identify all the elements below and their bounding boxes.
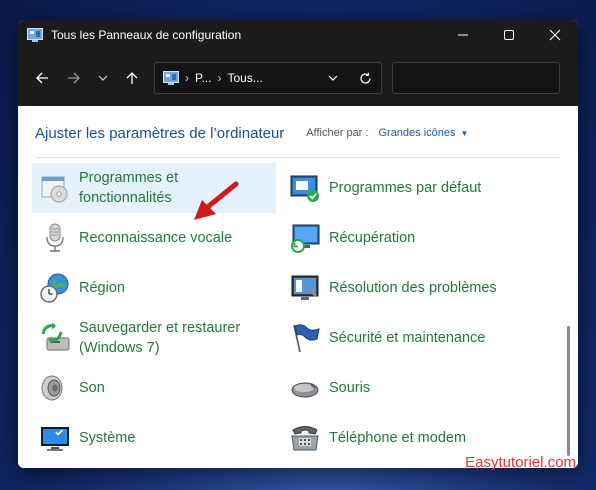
chevron-down-icon <box>98 75 108 81</box>
item-label: Récupération <box>329 230 416 246</box>
item-label: Sécurité et maintenance <box>329 330 486 346</box>
control-panel-window: Tous les Panneaux de configuration › P..… <box>18 20 578 468</box>
chevron-down-icon <box>328 75 338 81</box>
caret-down-icon: ▼ <box>460 128 469 138</box>
microphone-icon <box>38 221 72 255</box>
control-panel-icon <box>27 28 43 42</box>
item-label: Sauvegarder et restaurer (Windows 7) <box>79 320 241 356</box>
watermark: Easytutoriel.com <box>465 454 576 471</box>
globe-clock-icon <box>38 271 72 305</box>
view-by-value: Grandes icônes <box>378 127 456 139</box>
item-label: Système <box>79 430 136 446</box>
system-icon <box>38 421 72 455</box>
forward-button[interactable] <box>58 62 90 94</box>
speaker-icon <box>38 371 72 405</box>
navigation-bar: › P... › Tous... <box>18 50 578 106</box>
address-history-button[interactable] <box>317 63 349 93</box>
view-by-dropdown[interactable]: Grandes icônes ▼ <box>378 127 468 139</box>
content-header: Ajuster les paramètres de l’ordinateur A… <box>35 122 578 144</box>
content-area: Ajuster les paramètres de l’ordinateur A… <box>18 106 578 468</box>
troubleshoot-icon <box>288 271 322 305</box>
annotation-arrow-icon <box>194 181 239 220</box>
item-mouse[interactable]: Souris <box>282 363 532 413</box>
default-programs-icon <box>288 171 322 205</box>
window-title: Tous les Panneaux de configuration <box>51 28 242 42</box>
breadcrumb-separator-icon: › <box>217 71 222 85</box>
programs-icon <box>38 171 72 205</box>
item-recovery[interactable]: Récupération <box>282 213 532 263</box>
title-bar[interactable]: Tous les Panneaux de configuration <box>18 20 578 50</box>
search-box[interactable] <box>384 62 560 94</box>
close-button[interactable] <box>532 20 578 50</box>
breadcrumb-item[interactable]: P... <box>195 71 211 85</box>
item-label: Reconnaissance vocale <box>79 230 233 246</box>
flag-icon <box>288 321 322 355</box>
refresh-icon <box>359 72 371 84</box>
item-label: Son <box>79 380 105 396</box>
item-label: Téléphone et modem <box>329 430 467 446</box>
minimize-icon <box>458 34 468 36</box>
item-region[interactable]: Région <box>32 263 282 313</box>
maximize-button[interactable] <box>486 20 532 50</box>
item-sound[interactable]: Son <box>32 363 282 413</box>
item-security-maintenance[interactable]: Sécurité et maintenance <box>282 313 532 363</box>
item-label: Souris <box>329 380 371 396</box>
close-icon <box>549 29 561 41</box>
vertical-scrollbar[interactable] <box>567 326 570 456</box>
divider <box>35 157 560 158</box>
control-panel-icon <box>163 71 179 85</box>
item-default-programs[interactable]: Programmes par défaut <box>282 163 532 213</box>
view-by-label: Afficher par : <box>306 127 369 139</box>
item-label: Programmes et fonctionnalités <box>79 170 179 206</box>
minimize-button[interactable] <box>440 20 486 50</box>
item-backup-restore[interactable]: Sauvegarder et restaurer (Windows 7) <box>32 313 282 363</box>
breadcrumb-item[interactable]: Tous... <box>227 71 262 85</box>
breadcrumb-separator-icon: › <box>185 71 189 85</box>
recent-locations-button[interactable] <box>90 62 116 94</box>
arrow-up-icon <box>126 72 138 84</box>
item-label: Région <box>79 280 125 296</box>
arrow-right-icon <box>68 72 80 84</box>
mouse-icon <box>288 371 322 405</box>
search-input[interactable] <box>384 71 547 85</box>
backup-icon <box>38 321 72 355</box>
item-label: Résolution des problèmes <box>329 280 497 296</box>
arrow-left-icon <box>36 72 48 84</box>
item-speech-recognition[interactable]: Reconnaissance vocale <box>32 213 282 263</box>
control-panel-items: Programmes et fonctionnalités Programmes… <box>32 163 562 463</box>
recovery-icon <box>288 221 322 255</box>
phone-icon <box>288 421 322 455</box>
up-button[interactable] <box>116 62 148 94</box>
page-title: Ajuster les paramètres de l’ordinateur <box>35 124 285 142</box>
refresh-button[interactable] <box>349 63 381 93</box>
item-system[interactable]: Système <box>32 413 282 463</box>
item-troubleshooting[interactable]: Résolution des problèmes <box>282 263 532 313</box>
maximize-icon <box>504 30 514 40</box>
address-bar[interactable]: › P... › Tous... <box>154 62 382 94</box>
back-button[interactable] <box>26 62 58 94</box>
item-label: Programmes par défaut <box>329 180 482 196</box>
